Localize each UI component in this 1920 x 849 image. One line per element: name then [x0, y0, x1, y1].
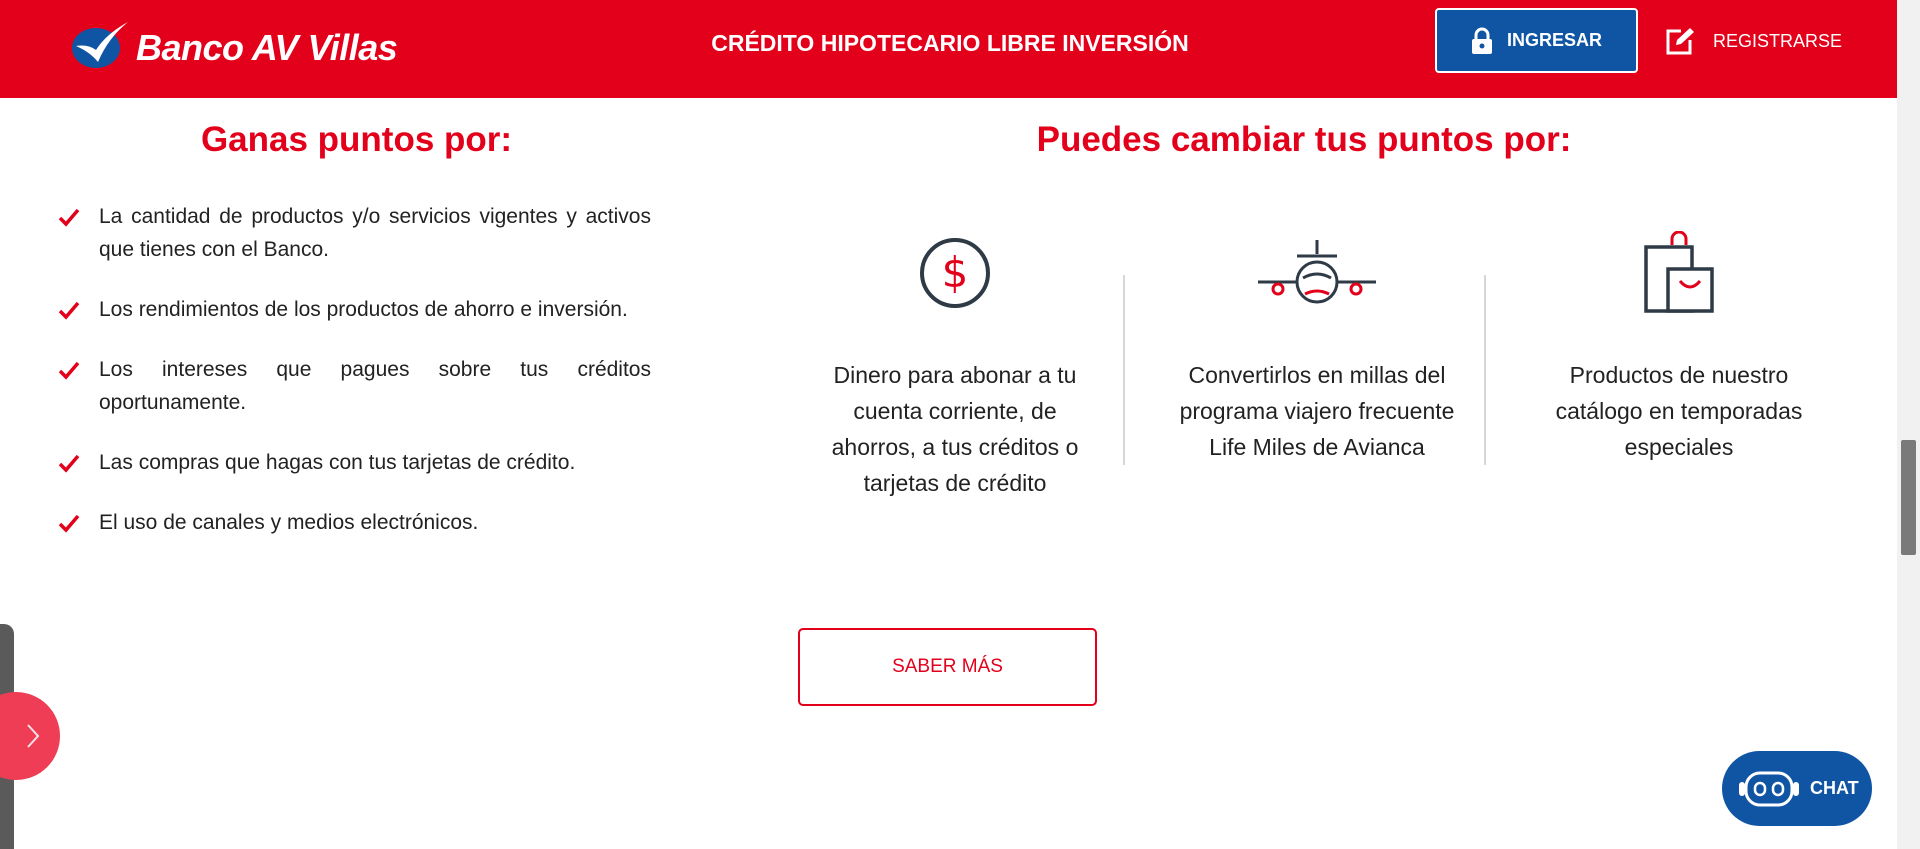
- register-button[interactable]: REGISTRARSE: [1665, 20, 1842, 62]
- list-item: Las compras que hagas con tus tarjetas d…: [58, 446, 651, 479]
- earn-points-list: La cantidad de productos y/o servicios v…: [58, 200, 651, 566]
- list-item: Los intereses que pagues sobre tus crédi…: [58, 353, 651, 419]
- column-divider: [1123, 275, 1125, 465]
- check-icon: [58, 361, 80, 380]
- logo-mark-icon: [72, 22, 128, 68]
- list-item: La cantidad de productos y/o servicios v…: [58, 200, 651, 266]
- airplane-icon: [1258, 239, 1376, 303]
- brand-logo[interactable]: Banco AV Villas: [68, 16, 398, 72]
- chevron-right-icon: [27, 724, 40, 748]
- list-item: Los rendimientos de los productos de aho…: [58, 293, 651, 326]
- scrollbar-thumb[interactable]: [1901, 440, 1916, 555]
- page-scrollbar[interactable]: [1897, 0, 1920, 849]
- site-header: Banco AV Villas CRÉDITO HIPOTECARIO LIBR…: [0, 0, 1897, 98]
- check-icon: [58, 514, 80, 533]
- list-item-text: Los rendimientos de los productos de aho…: [99, 298, 628, 321]
- check-icon: [58, 301, 80, 320]
- list-item: El uso de canales y medios electrónicos.: [58, 506, 651, 539]
- chat-label: CHAT: [1810, 778, 1859, 798]
- redeem-option-text: Dinero para abonar a tu cuenta corriente…: [831, 362, 1079, 496]
- list-item-text: Los intereses que pagues sobre tus crédi…: [99, 358, 651, 414]
- list-item-text: Las compras que hagas con tus tarjetas d…: [99, 451, 576, 474]
- login-label: INGRESAR: [1506, 30, 1602, 50]
- edit-icon: [1666, 28, 1694, 55]
- chatbot-icon: [1739, 771, 1799, 806]
- login-button[interactable]: INGRESAR: [1435, 8, 1638, 73]
- redeem-option-text: Productos de nuestro catálogo en tempora…: [1555, 362, 1803, 460]
- column-divider: [1484, 275, 1486, 465]
- list-item-text: El uso de canales y medios electrónicos.: [99, 511, 479, 534]
- check-icon: [58, 208, 80, 227]
- earn-points-heading: Ganas puntos por:: [200, 120, 513, 159]
- redeem-option-money: $ Dinero para abonar a tu cuenta corrien…: [810, 225, 1100, 501]
- brand-name: Banco AV Villas: [136, 27, 398, 68]
- redeem-option-text: Convertirlos en millas del programa viaj…: [1179, 362, 1455, 460]
- register-label: REGISTRARSE: [1713, 30, 1843, 51]
- page-title: CRÉDITO HIPOTECARIO LIBRE INVERSIÓN: [711, 30, 1189, 56]
- dollar-coin-icon: $: [920, 237, 990, 308]
- redeem-points-heading: Puedes cambiar tus puntos por:: [1036, 120, 1572, 159]
- redeem-option-catalog: Productos de nuestro catálogo en tempora…: [1534, 225, 1824, 465]
- chat-button[interactable]: CHAT: [1722, 751, 1872, 826]
- lock-icon: [1471, 27, 1492, 54]
- shopping-bag-icon: [1644, 230, 1714, 313]
- redeem-option-miles: Convertirlos en millas del programa viaj…: [1172, 225, 1462, 465]
- check-icon: [58, 454, 80, 473]
- side-panel-toggle[interactable]: [0, 692, 60, 780]
- svg-text:$: $: [942, 248, 969, 297]
- learn-more-button[interactable]: SABER MÁS: [798, 628, 1097, 706]
- list-item-text: La cantidad de productos y/o servicios v…: [99, 205, 651, 261]
